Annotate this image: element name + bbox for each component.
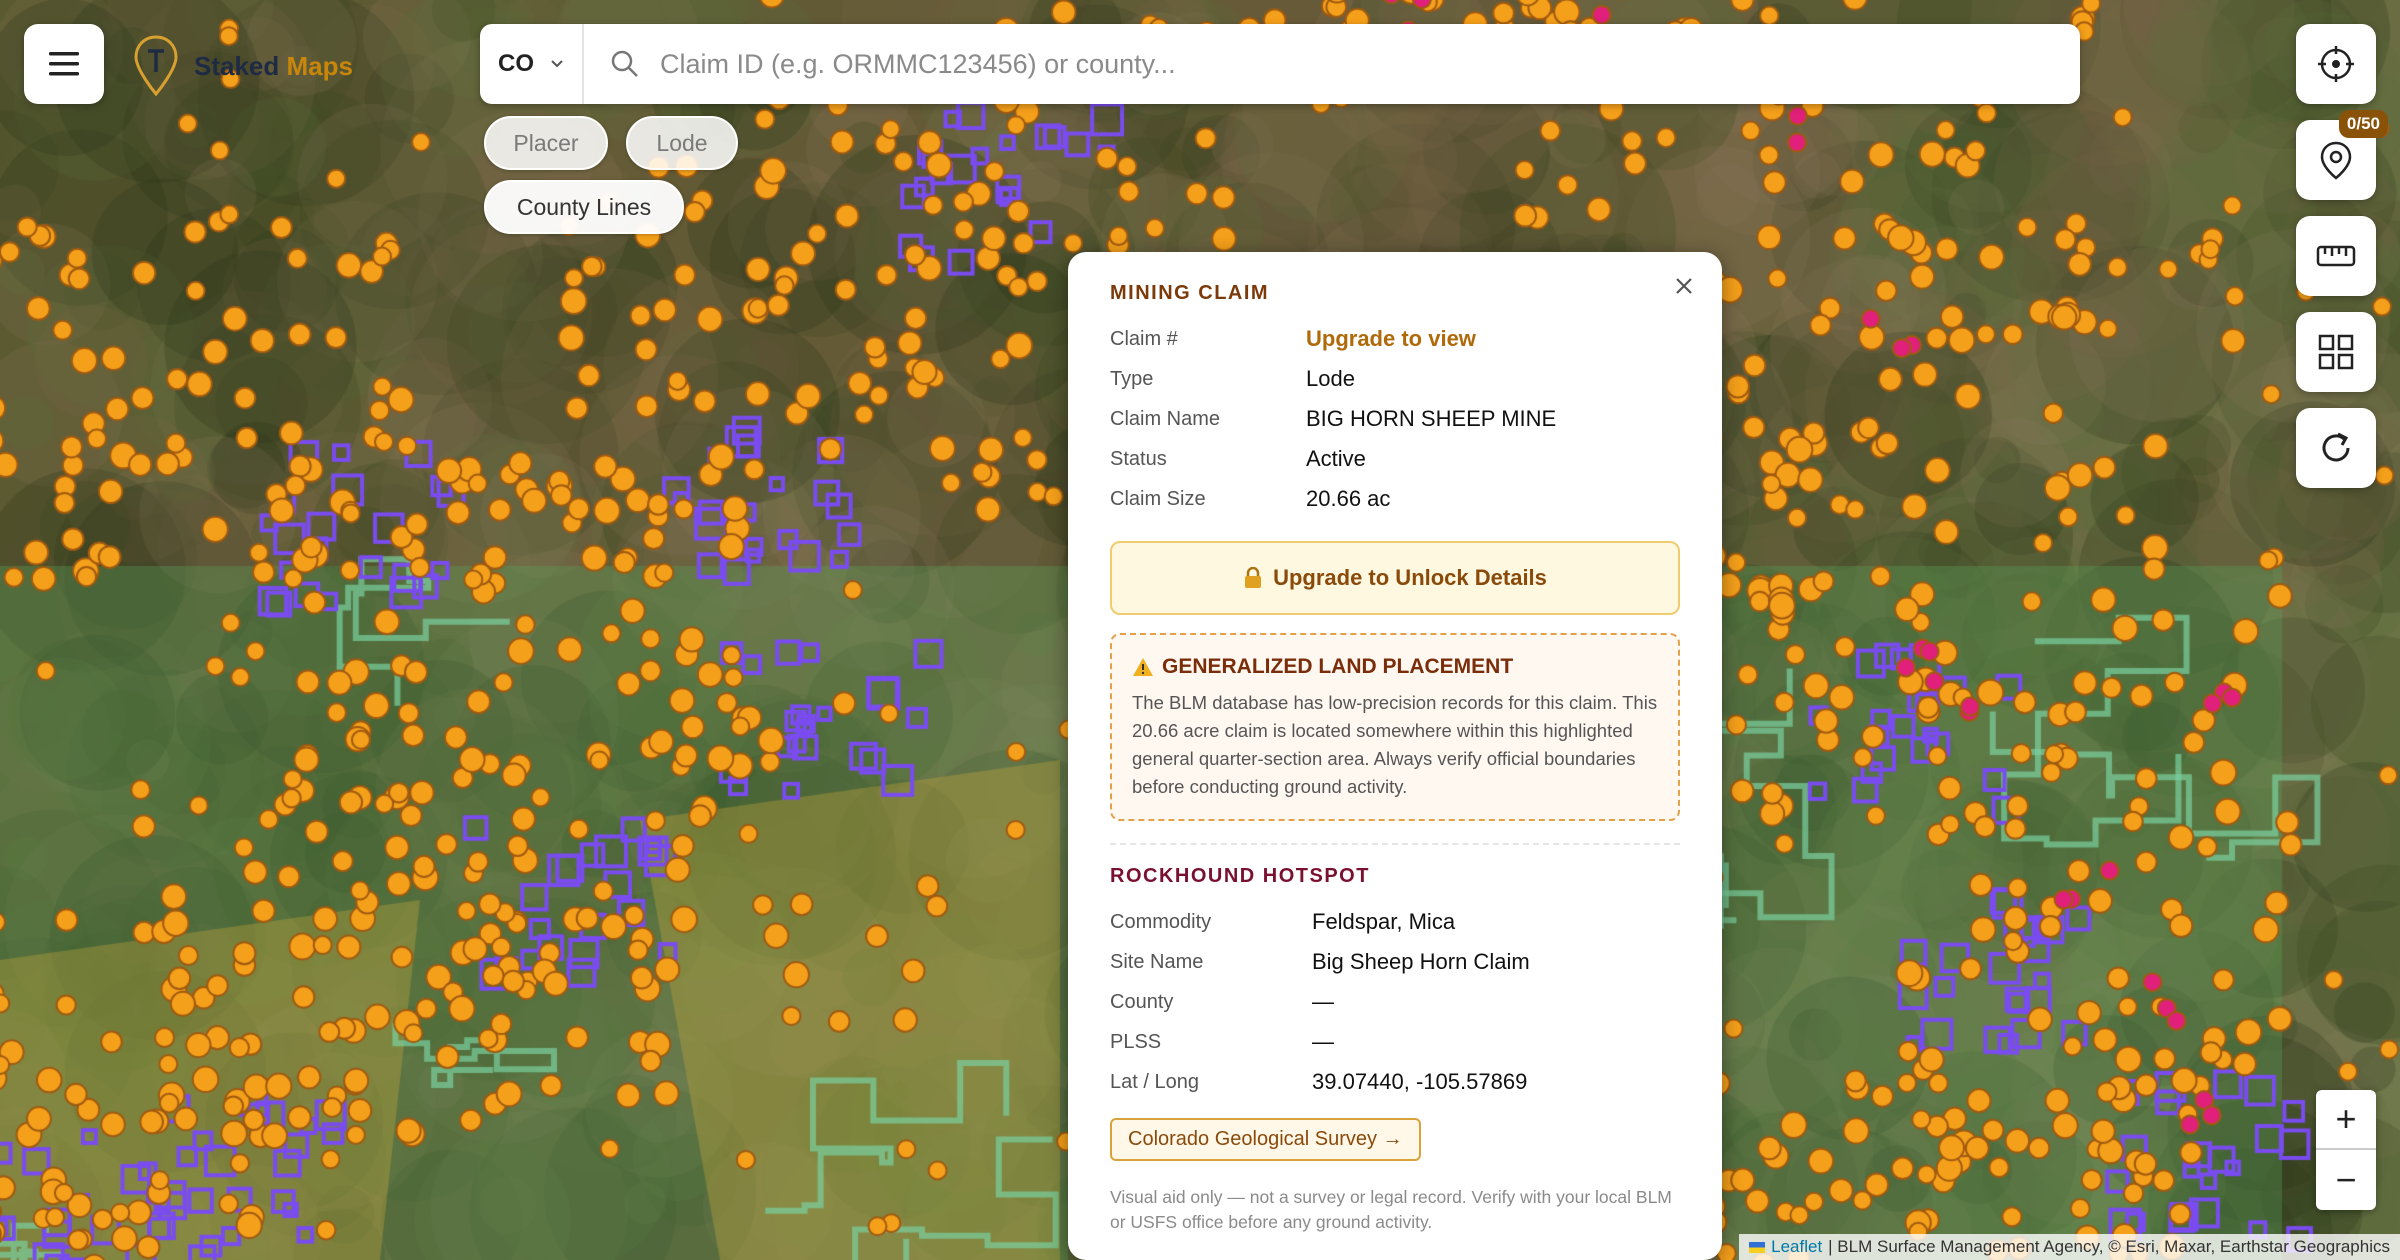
ukraine-flag-icon (1749, 1241, 1766, 1253)
popup-close-button[interactable] (1664, 266, 1704, 306)
attribution-text: | BLM Surface Management Agency, © Esri,… (1828, 1237, 2390, 1256)
county-row: County — (1110, 982, 1680, 1022)
app-logo: Staked Maps (132, 34, 353, 98)
upgrade-unlock-label: Upgrade to Unlock Details (1273, 565, 1547, 590)
geological-survey-link[interactable]: Colorado Geological Survey → (1110, 1118, 1421, 1161)
filter-lode-chip[interactable]: Lode (626, 116, 738, 170)
zoom-control: + − (2316, 1090, 2376, 1210)
logo-word-staked: Staked (194, 50, 280, 81)
ruler-icon (2316, 245, 2356, 267)
warning-title: GENERALIZED LAND PLACEMENT (1162, 655, 1514, 678)
county-value: — (1312, 989, 1334, 1014)
claim-name-label: Claim Name (1110, 407, 1221, 430)
search-input[interactable] (660, 34, 2080, 94)
claim-status-value: Active (1306, 446, 1366, 471)
mining-claim-title: MINING CLAIM (1110, 282, 1270, 304)
site-name-row: Site Name Big Sheep Horn Claim (1110, 942, 1680, 982)
crosshair-icon (2318, 46, 2354, 82)
map-pin-icon (2320, 141, 2352, 180)
grid-icon (2318, 334, 2354, 370)
generalized-placement-notice: GENERALIZED LAND PLACEMENT The BLM datab… (1110, 633, 1680, 821)
lock-icon (1245, 567, 1262, 588)
commodity-value: Feldspar, Mica (1312, 909, 1456, 934)
measure-button[interactable] (2296, 216, 2376, 296)
state-select[interactable]: CO (480, 24, 584, 104)
refresh-button[interactable] (2296, 408, 2376, 488)
claim-status-label: Status (1110, 447, 1167, 470)
plss-row: PLSS — (1110, 1022, 1680, 1062)
map-attribution: Leaflet | BLM Surface Management Agency,… (1739, 1234, 2400, 1260)
claim-type-label: Type (1110, 367, 1154, 390)
zoom-out-button[interactable]: − (2316, 1150, 2376, 1210)
site-name-value: Big Sheep Horn Claim (1312, 949, 1530, 974)
plss-value: — (1312, 1029, 1334, 1054)
search-icon (611, 50, 638, 77)
site-name-label: Site Name (1110, 950, 1204, 973)
claim-name-row: Claim Name BIG HORN SHEEP MINE (1110, 399, 1680, 439)
claims-count-badge: 0/50 (2338, 110, 2388, 138)
claim-status-row: Status Active (1110, 439, 1680, 479)
claim-size-row: Claim Size 20.66 ac (1110, 479, 1680, 519)
commodity-row: Commodity Feldspar, Mica (1110, 902, 1680, 942)
filter-placer-label: Placer (513, 129, 579, 156)
claim-popup: MINING CLAIM Claim # Upgrade to view Typ… (1068, 252, 1722, 1260)
rockhound-hotspot-title: ROCKHOUND HOTSPOT (1110, 865, 1370, 887)
filter-placer-chip[interactable]: Placer (484, 116, 608, 170)
plss-label: PLSS (1110, 1030, 1162, 1053)
warning-body: The BLM database has low-precision recor… (1132, 692, 1658, 797)
county-lines-label: County Lines (516, 193, 652, 220)
warning-icon (1133, 658, 1153, 676)
county-lines-chip[interactable]: County Lines (484, 180, 684, 234)
disclaimer-footnote: Visual aid only — not a survey or legal … (1110, 1187, 1672, 1232)
lat-long-value: 39.07440, -105.57869 (1312, 1069, 1528, 1094)
hamburger-icon (49, 52, 79, 76)
upgrade-to-view-link[interactable]: Upgrade to view (1306, 326, 1476, 352)
claim-size-label: Claim Size (1110, 487, 1206, 510)
search-bar: CO (480, 24, 2080, 104)
filter-lode-label: Lode (656, 129, 708, 156)
state-select-value: CO (498, 50, 534, 77)
refresh-icon (2322, 432, 2350, 462)
logo-word-maps: Maps (286, 50, 353, 81)
leaflet-link[interactable]: Leaflet (1771, 1237, 1822, 1257)
claim-name-value: BIG HORN SHEEP MINE (1306, 406, 1557, 431)
claim-number-row: Claim # Upgrade to view (1110, 319, 1680, 359)
map-pin-logo-icon (134, 35, 178, 97)
claim-type-row: Type Lode (1110, 359, 1680, 399)
menu-button[interactable] (24, 24, 104, 104)
commodity-label: Commodity (1110, 910, 1212, 933)
lat-long-row: Lat / Long 39.07440, -105.57869 (1110, 1062, 1680, 1102)
claim-type-value: Lode (1306, 366, 1355, 391)
saved-claims-button[interactable]: 0/50 (2296, 110, 2388, 200)
claim-size-value: 20.66 ac (1306, 486, 1391, 511)
county-label: County (1110, 990, 1174, 1013)
close-icon (1676, 278, 1692, 294)
layers-grid-button[interactable] (2296, 312, 2376, 392)
section-divider (1110, 843, 1680, 845)
chevron-down-icon (551, 60, 563, 68)
lat-long-label: Lat / Long (1110, 1070, 1199, 1093)
upgrade-unlock-button[interactable]: Upgrade to Unlock Details (1110, 541, 1680, 615)
zoom-in-button[interactable]: + (2316, 1090, 2376, 1150)
locate-me-button[interactable] (2296, 24, 2376, 104)
claim-number-label: Claim # (1110, 327, 1178, 350)
